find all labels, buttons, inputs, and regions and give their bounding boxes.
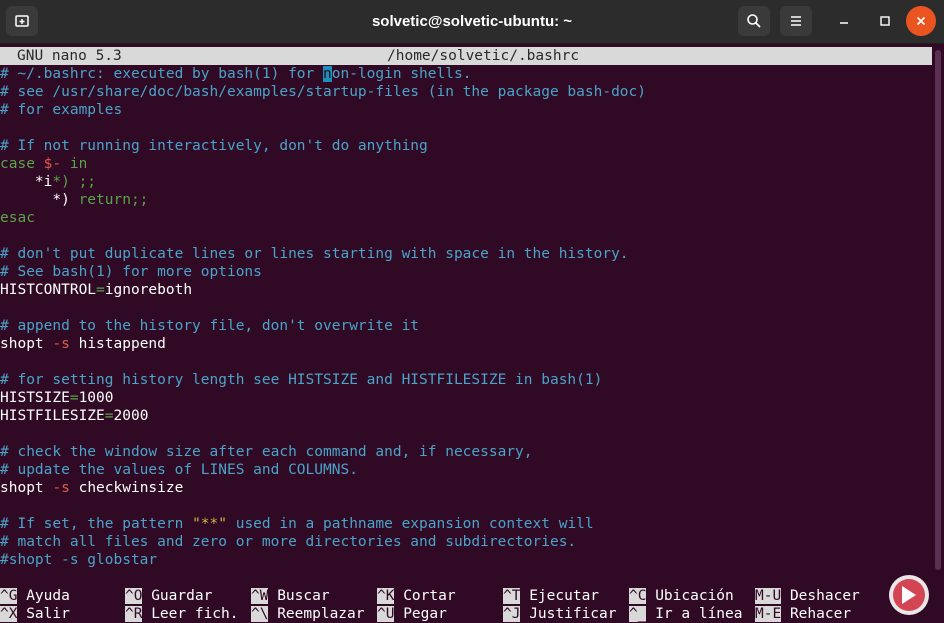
file-line[interactable]: shopt -s checkwinsize (0, 479, 183, 497)
file-line[interactable]: HISTCONTROL=ignoreboth (0, 281, 192, 299)
file-line[interactable]: # update the values of LINES and COLUMNS… (0, 461, 358, 479)
file-line[interactable]: # check the window size after each comma… (0, 443, 533, 461)
file-line[interactable]: # ~/.bashrc: executed by bash(1) for non… (0, 65, 471, 83)
file-line[interactable]: # append to the history file, don't over… (0, 317, 419, 335)
file-line[interactable]: # for setting history length see HISTSIZ… (0, 371, 602, 389)
minimize-icon (840, 22, 848, 24)
terminal-scrollbar[interactable] (932, 44, 944, 620)
file-line[interactable]: # See bash(1) for more options (0, 263, 262, 281)
shortcut-paste[interactable]: ^U Pegar (377, 605, 447, 623)
shortcut-justify[interactable]: ^J Justificar (503, 605, 617, 623)
shortcut-replace[interactable]: ^\ Reemplazar (251, 605, 365, 623)
maximize-button[interactable] (870, 7, 900, 35)
scrollbar-thumb[interactable] (935, 50, 941, 570)
close-icon (916, 16, 926, 26)
window-titlebar: solvetic@solvetic-ubuntu: ~ (0, 0, 944, 44)
shortcut-goto-line[interactable]: ^_ Ir a línea (629, 605, 743, 623)
file-line[interactable]: # match all files and zero or more direc… (0, 533, 576, 551)
file-line[interactable]: shopt -s histappend (0, 335, 166, 353)
nano-version: GNU nano 5.3 (17, 48, 122, 64)
file-line[interactable]: case $- in (0, 155, 87, 173)
shortcut-help[interactable]: ^G Ayuda (0, 587, 70, 605)
text-cursor: n (323, 66, 332, 82)
maximize-icon (880, 16, 890, 26)
menu-button[interactable] (780, 6, 812, 36)
file-line[interactable]: # If not running interactively, don't do… (0, 137, 428, 155)
file-line[interactable]: *i*) ;; (0, 173, 96, 191)
shortcut-undo[interactable]: M-U Deshacer (755, 587, 860, 605)
close-button[interactable] (906, 6, 936, 36)
search-icon (747, 14, 761, 28)
shortcut-location[interactable]: ^C Ubicación (629, 587, 734, 605)
shortcut-cut[interactable]: ^K Cortar (377, 587, 456, 605)
file-line[interactable]: # If set, the pattern "**" used in a pat… (0, 515, 594, 533)
nano-file-path: /home/solvetic/.bashrc (387, 48, 580, 64)
nano-header: GNU nano 5.3 /home/solvetic/.bashrc (0, 47, 932, 65)
search-button[interactable] (738, 6, 770, 36)
file-line[interactable]: HISTSIZE=1000 (0, 389, 114, 407)
shortcut-save[interactable]: ^O Guardar (125, 587, 212, 605)
file-line[interactable]: *) return;; (0, 191, 148, 209)
file-line[interactable]: # for examples (0, 101, 122, 119)
file-line[interactable]: # see /usr/share/doc/bash/examples/start… (0, 83, 646, 101)
shortcut-read-file[interactable]: ^R Leer fich. (125, 605, 239, 623)
solvetic-logo (889, 575, 929, 615)
file-line[interactable]: # don't put duplicate lines or lines sta… (0, 245, 629, 263)
file-line[interactable]: #shopt -s globstar (0, 551, 157, 569)
minimize-button[interactable] (829, 7, 859, 35)
file-line[interactable]: HISTFILESIZE=2000 (0, 407, 148, 425)
shortcut-search[interactable]: ^W Buscar (251, 587, 330, 605)
hamburger-menu-icon (791, 16, 801, 26)
file-line[interactable]: esac (0, 209, 35, 227)
shortcut-exit[interactable]: ^X Salir (0, 605, 70, 623)
shortcut-redo[interactable]: M-E Rehacer (755, 605, 851, 623)
shortcut-execute[interactable]: ^T Ejecutar (503, 587, 599, 605)
